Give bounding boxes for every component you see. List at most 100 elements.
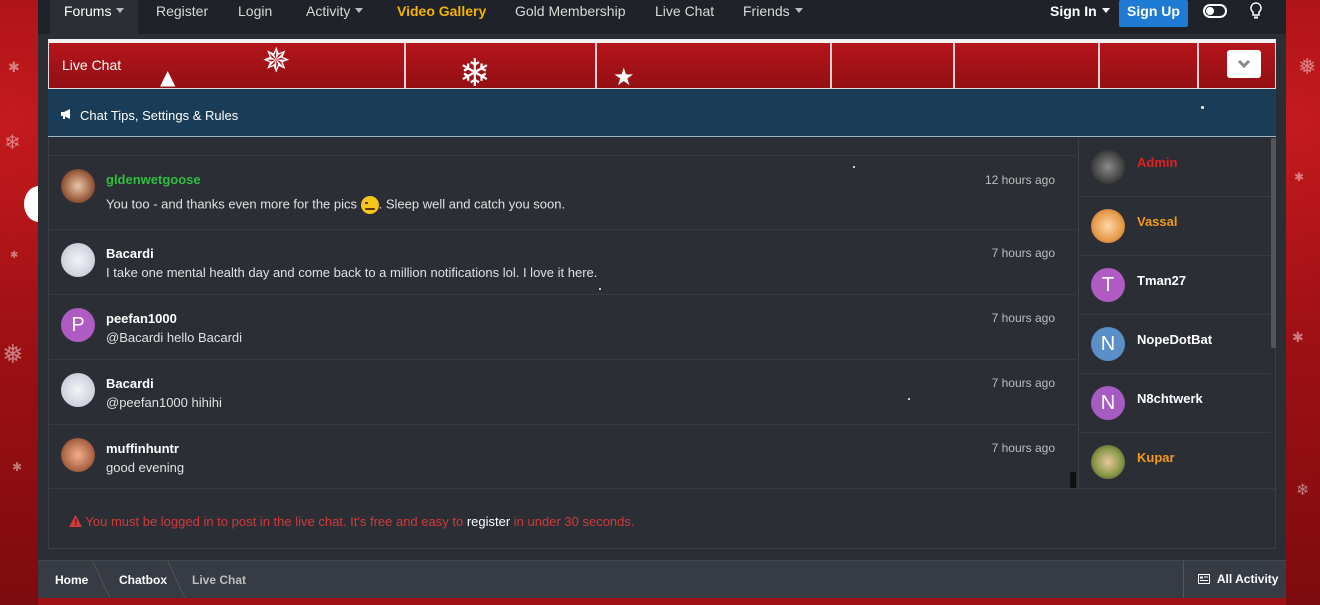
toggle-icon[interactable] xyxy=(1203,4,1227,18)
all-activity-label: All Activity xyxy=(1216,572,1279,586)
message-username[interactable]: peefan1000 xyxy=(106,311,177,326)
megaphone-icon xyxy=(60,108,74,123)
banner-stripe xyxy=(1197,43,1199,88)
banner-stripe xyxy=(953,43,955,88)
top-navigation: Forums Register Login Activity Video Gal… xyxy=(38,0,1286,34)
avatar[interactable] xyxy=(61,438,95,472)
online-user-name: Vassal xyxy=(1137,214,1178,229)
nav-forums[interactable]: Forums xyxy=(50,0,139,34)
nav-friends[interactable]: Friends xyxy=(743,0,803,34)
message-time: 12 hours ago xyxy=(984,173,1055,187)
message-username[interactable]: Bacardi xyxy=(106,246,154,261)
wink-emoji-icon xyxy=(360,196,379,214)
avatar[interactable] xyxy=(61,243,95,277)
chat-body: gldenwetgoose You too - and thanks even … xyxy=(48,138,1277,549)
register-link[interactable]: register xyxy=(467,514,510,529)
snowflake-icon: ❄ xyxy=(4,130,21,154)
snow-particle xyxy=(853,166,855,168)
chevron-down-icon xyxy=(794,7,803,13)
online-user[interactable]: N N8chtwerk xyxy=(1079,374,1271,433)
notice-text-part: in under 30 seconds. xyxy=(513,514,635,529)
online-user-name: Admin xyxy=(1137,155,1178,170)
online-users-list: Admin Vassal T Tman27 N NopeDotBat N N8c… xyxy=(1078,138,1277,488)
nav-login[interactable]: Login xyxy=(238,0,272,34)
avatar[interactable] xyxy=(61,373,95,407)
chat-tips-bar[interactable]: Chat Tips, Settings & Rules xyxy=(48,89,1276,137)
activity-icon xyxy=(1198,572,1217,586)
avatar: N xyxy=(1091,386,1125,420)
breadcrumb-current: Live Chat xyxy=(192,573,247,587)
users-scrollbar[interactable] xyxy=(1271,138,1276,348)
message-text-part: You too - and thanks even more for the p… xyxy=(106,196,358,212)
snowflake-icon: ✱ xyxy=(1294,170,1305,184)
chevron-down-icon xyxy=(1101,7,1110,13)
nav-activity-label: Activity xyxy=(306,3,351,19)
nav-gold-membership[interactable]: Gold Membership xyxy=(515,0,626,34)
message-list[interactable]: gldenwetgoose You too - and thanks even … xyxy=(49,138,1077,488)
message-username[interactable]: muffinhuntr xyxy=(106,441,179,456)
nav-register[interactable]: Register xyxy=(156,0,208,34)
snowflake-icon: ✱ xyxy=(10,250,19,261)
message-username[interactable]: Bacardi xyxy=(106,376,154,391)
avatar[interactable]: P xyxy=(61,308,95,342)
online-user-name: Tman27 xyxy=(1137,273,1187,288)
breadcrumb-chatbox[interactable]: Chatbox xyxy=(119,573,167,587)
online-user[interactable]: T Tman27 xyxy=(1079,256,1271,315)
snowflake-icon: ✱ xyxy=(12,460,23,474)
message-row: Bacardi @peefan1000 hihihi 7 hours ago xyxy=(49,360,1077,425)
warning-icon xyxy=(69,514,85,529)
avatar xyxy=(1091,150,1125,184)
online-user-name: Kupar xyxy=(1137,450,1175,465)
login-notice-text: You must be logged in to post in the liv… xyxy=(69,514,635,529)
message-text: You too - and thanks even more for the p… xyxy=(106,196,565,214)
online-user[interactable]: Admin xyxy=(1079,138,1271,197)
snowflake-ornament-icon: ❄ xyxy=(459,51,491,89)
all-activity-button[interactable]: All Activity xyxy=(1183,561,1286,599)
avatar: N xyxy=(1091,327,1125,361)
collapse-chat-button[interactable] xyxy=(1227,50,1261,78)
message-row: P peefan1000 @Bacardi hello Bacardi 7 ho… xyxy=(49,295,1077,360)
online-user[interactable]: Vassal xyxy=(1079,197,1271,256)
online-user[interactable]: Kupar xyxy=(1079,433,1271,488)
message-time: 7 hours ago xyxy=(991,246,1055,260)
sign-in-button[interactable]: Sign In xyxy=(1050,0,1110,34)
santa-hat-icon: ▲ xyxy=(160,65,176,89)
snow-particle xyxy=(1201,106,1204,109)
breadcrumb-home[interactable]: Home xyxy=(55,573,88,587)
snowflake-icon: ❅ xyxy=(1298,55,1317,80)
banner-stripe xyxy=(1098,43,1100,88)
message-text-part: . Sleep well and catch you soon. xyxy=(378,196,566,212)
avatar[interactable] xyxy=(61,169,95,203)
chevron-down-icon xyxy=(116,7,125,13)
message-scrollbar[interactable] xyxy=(1070,472,1076,488)
snowflake-icon: ✱ xyxy=(1292,330,1304,346)
star-ornament-icon: ★ xyxy=(613,63,635,89)
avatar xyxy=(1091,209,1125,243)
star-ornament-icon: ✵ xyxy=(262,41,291,81)
message-text: I take one mental health day and come ba… xyxy=(106,265,598,280)
online-user[interactable]: N NopeDotBat xyxy=(1079,315,1271,374)
online-user-name: N8chtwerk xyxy=(1137,391,1203,406)
snowflake-icon: ❅ xyxy=(2,340,24,370)
bulb-icon[interactable] xyxy=(1250,2,1262,25)
login-notice: You must be logged in to post in the liv… xyxy=(49,488,1277,549)
nav-activity[interactable]: Activity xyxy=(306,0,364,34)
snow-particle xyxy=(908,398,910,400)
banner-stripe xyxy=(830,43,832,88)
banner-stripe xyxy=(404,43,406,88)
nav-live-chat[interactable]: Live Chat xyxy=(655,0,714,34)
message-time: 7 hours ago xyxy=(991,311,1055,325)
message-text: good evening xyxy=(106,460,185,475)
message-row: muffinhuntr good evening 7 hours ago xyxy=(49,425,1077,488)
festive-background-left: ✱ ❄ ✱ ❅ ✱ xyxy=(0,0,54,605)
sign-up-button[interactable]: Sign Up xyxy=(1119,0,1188,27)
nav-video-gallery[interactable]: Video Gallery xyxy=(397,0,486,34)
chat-title: Live Chat xyxy=(62,57,122,73)
notice-text-part: You must be logged in to post in the liv… xyxy=(85,514,464,529)
festive-bottom-strip xyxy=(38,598,1286,605)
chat-tips-label: Chat Tips, Settings & Rules xyxy=(80,108,239,123)
sign-in-label: Sign In xyxy=(1050,3,1097,19)
message-time: 7 hours ago xyxy=(991,376,1055,390)
banner-stripe xyxy=(595,43,597,88)
message-username[interactable]: gldenwetgoose xyxy=(106,172,201,187)
